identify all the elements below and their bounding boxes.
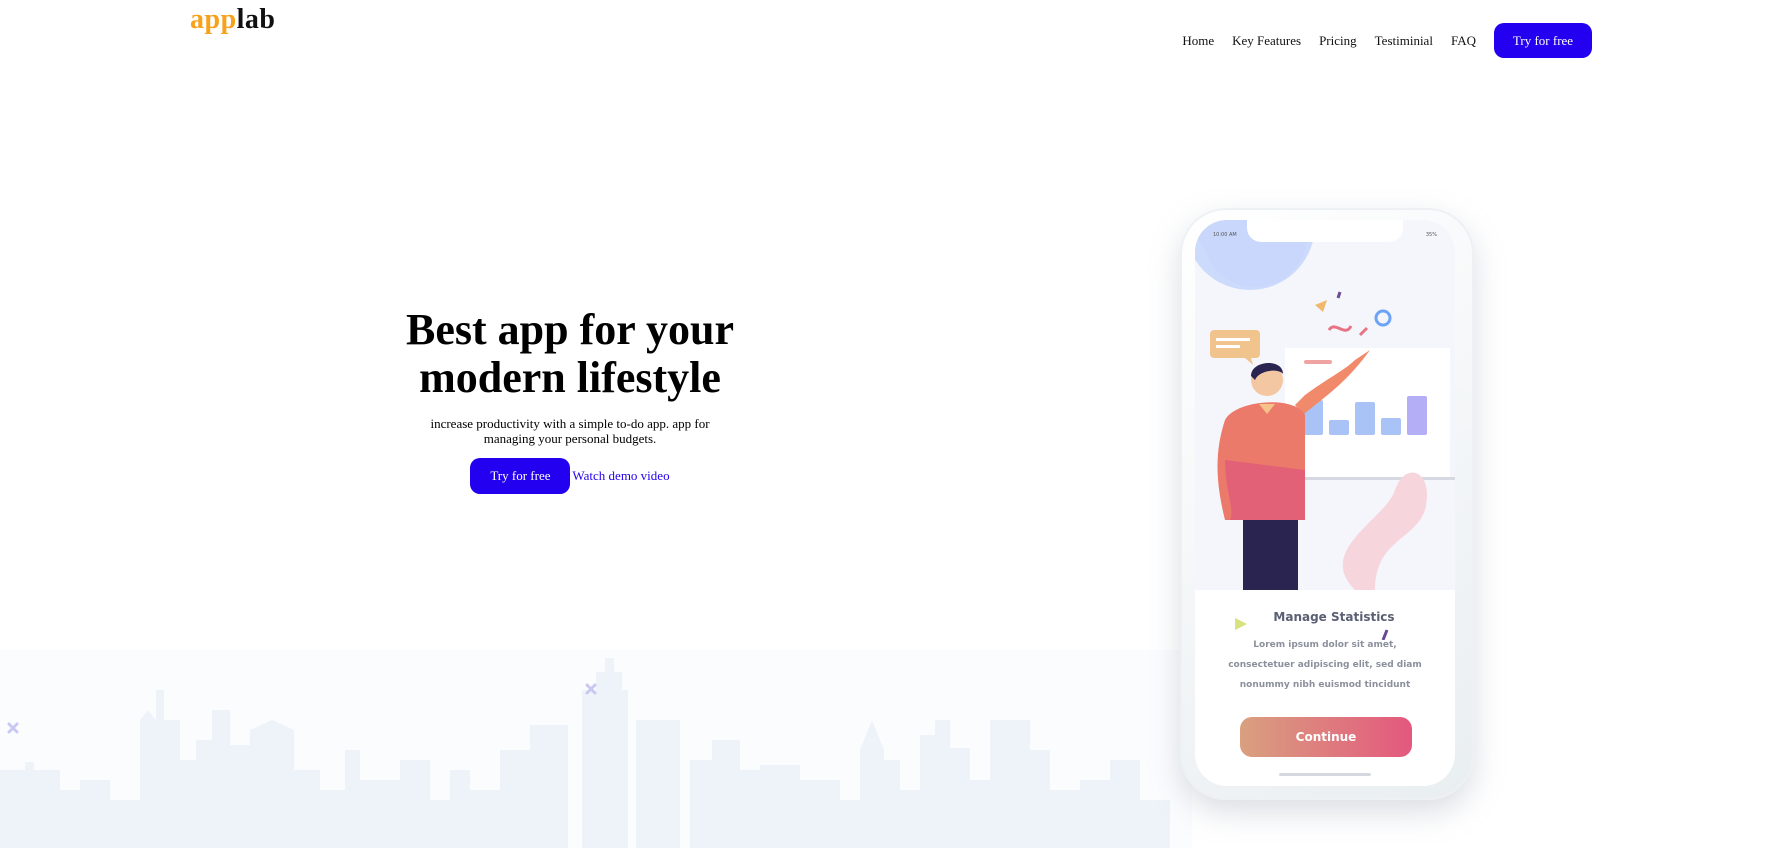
main-nav: Home Key Features Pricing Testiminial FA… (1182, 23, 1592, 58)
continue-button[interactable]: Continue (1240, 717, 1412, 757)
logo-part-app: app (190, 4, 237, 35)
header-try-free-button[interactable]: Try for free (1494, 23, 1592, 58)
nav-pricing[interactable]: Pricing (1319, 33, 1357, 49)
home-indicator (1279, 773, 1371, 776)
nav-key-features[interactable]: Key Features (1232, 33, 1301, 49)
status-battery: 35% (1425, 232, 1437, 238)
phone-screen: 10:00 AM 35% Manage Statistics Lorem ips… (1195, 220, 1455, 786)
city-skyline-illustration (0, 658, 1170, 848)
statistics-illustration (1195, 220, 1455, 590)
watch-demo-link[interactable]: Watch demo video (572, 468, 669, 484)
phone-notch (1247, 220, 1403, 242)
hero-title-line1: Best app for your (406, 305, 734, 354)
phone-mockup: 10:00 AM 35% Manage Statistics Lorem ips… (1180, 208, 1474, 800)
hero-try-free-button[interactable]: Try for free (470, 458, 571, 494)
card-description: Lorem ipsum dolor sit amet, consectetuer… (1228, 640, 1422, 690)
card-title: Manage Statistics (1273, 610, 1395, 624)
status-time: 10:00 AM (1213, 232, 1237, 238)
nav-home[interactable]: Home (1182, 33, 1214, 49)
nav-faq[interactable]: FAQ (1451, 33, 1476, 49)
nav-testimonial[interactable]: Testiminial (1375, 33, 1433, 49)
hero-subtitle: increase productivity with a simple to-d… (430, 416, 710, 446)
hero-title: Best app for your modern lifestyle (390, 306, 750, 402)
logo[interactable]: applab (190, 4, 276, 36)
hero-cta-group: Try for free Watch demo video (390, 458, 750, 494)
logo-part-lab: lab (236, 4, 276, 35)
hero-title-line2: modern lifestyle (419, 353, 721, 402)
hero-section: Best app for your modern lifestyle incre… (390, 306, 750, 494)
